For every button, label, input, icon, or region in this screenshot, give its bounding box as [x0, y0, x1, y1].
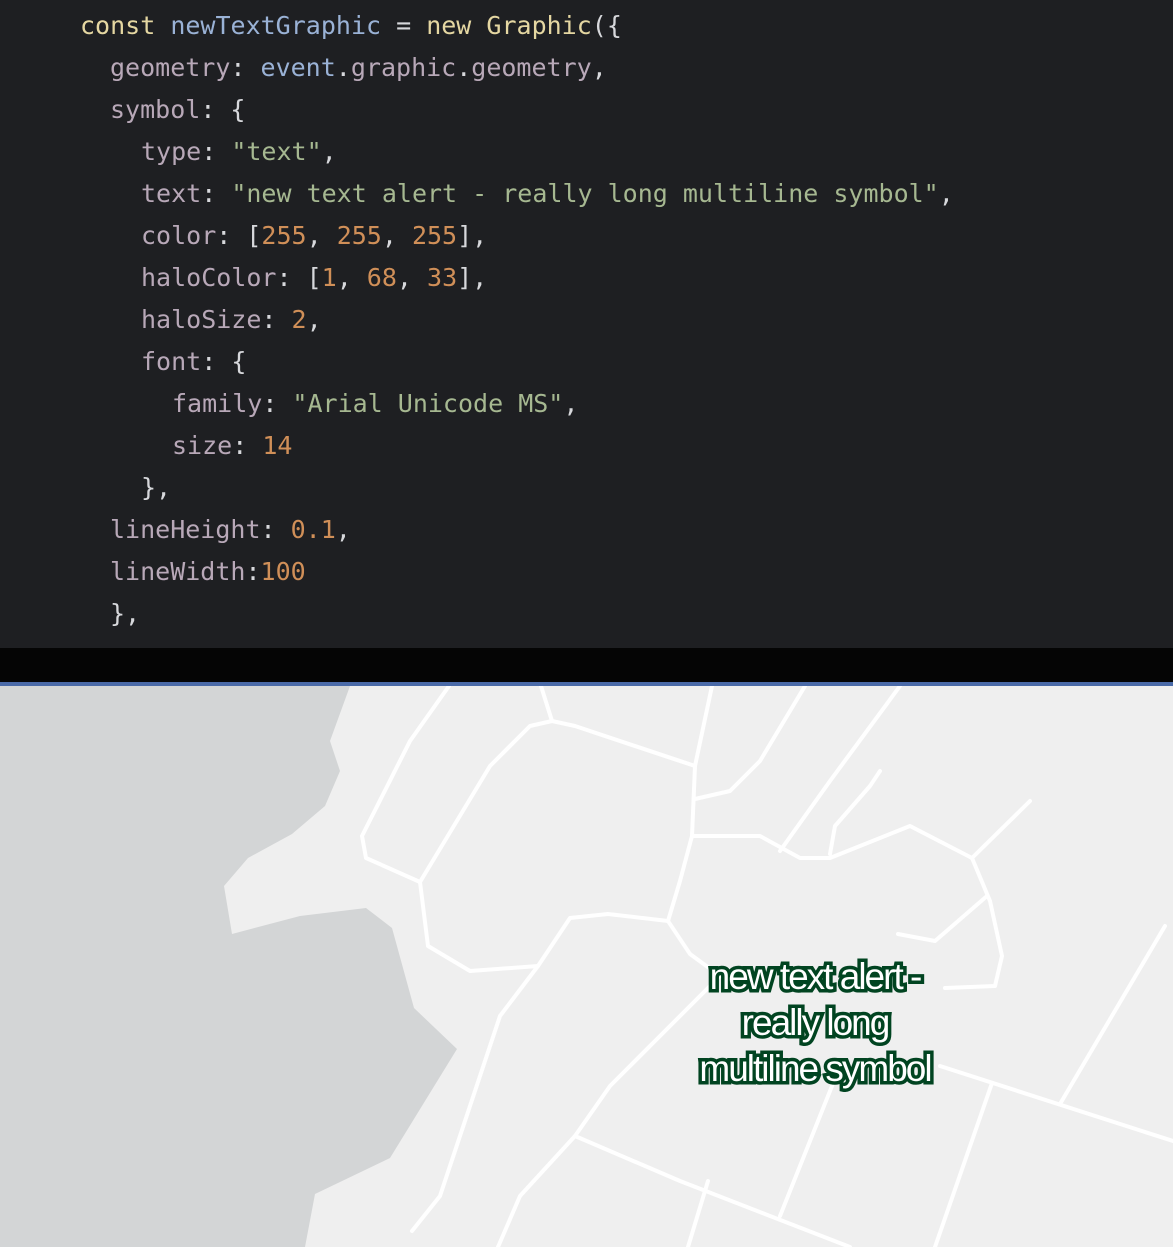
code-token: : {	[201, 347, 247, 376]
code-token: ,	[938, 179, 954, 208]
code-token: :	[260, 515, 291, 544]
code-line: },	[141, 467, 171, 509]
code-line: geometry: event.graphic.geometry,	[110, 47, 607, 89]
code-token: type	[141, 137, 202, 166]
code-line: type: "text",	[141, 131, 337, 173]
code-token: 14	[262, 431, 293, 460]
basemap	[0, 686, 1173, 1247]
code-token: const	[80, 11, 156, 40]
code-token: ,	[306, 221, 337, 250]
code-line: haloColor: [1, 68, 33],	[141, 257, 487, 299]
code-line: haloSize: 2,	[141, 299, 322, 341]
map-view[interactable]: new text alert - really long multiline s…	[0, 686, 1173, 1247]
code-token: text	[141, 179, 202, 208]
code-token: geometry	[471, 53, 592, 82]
panel-divider	[0, 648, 1173, 682]
code-line: color: [255, 255, 255],	[141, 215, 487, 257]
code-token: 33	[427, 263, 458, 292]
code-token: 255	[261, 221, 307, 250]
code-token: ],	[457, 221, 488, 250]
code-line: font: {	[141, 341, 246, 383]
code-line: lineHeight: 0.1,	[110, 509, 351, 551]
code-token: lineHeight	[110, 515, 261, 544]
code-line: size: 14	[172, 425, 292, 467]
code-token: ,	[306, 305, 322, 334]
code-token: ],	[457, 263, 488, 292]
label-line: really long	[738, 999, 894, 1047]
code-token: 68	[366, 263, 397, 292]
code-token: new	[426, 11, 472, 40]
code-token: haloSize	[141, 305, 262, 334]
code-token: :	[201, 179, 232, 208]
code-token: ,	[563, 389, 579, 418]
code-token: :	[261, 305, 292, 334]
code-token: family	[172, 389, 263, 418]
code-token: geometry	[110, 53, 231, 82]
code-token: :	[232, 431, 263, 460]
code-token: 1	[321, 263, 337, 292]
code-token: event	[260, 53, 336, 82]
code-token: 0.1	[290, 515, 336, 544]
code-token: 2	[291, 305, 307, 334]
code-token: size	[172, 431, 233, 460]
code-token: },	[141, 473, 172, 502]
code-token: "Arial Unicode MS"	[292, 389, 564, 418]
code-token: },	[110, 599, 141, 628]
code-token: lineWidth	[110, 557, 246, 586]
code-token: 255	[411, 221, 458, 250]
code-token: "text"	[231, 137, 322, 166]
code-token: :	[201, 137, 232, 166]
code-token: : [	[216, 221, 262, 250]
label-line: new text alert -	[706, 953, 926, 1001]
code-token: ,	[591, 53, 607, 82]
code-token: font	[141, 347, 202, 376]
code-token: :	[230, 53, 261, 82]
code-token: 100	[260, 557, 306, 586]
code-editor[interactable]: const newTextGraphic = new Graphic({ geo…	[0, 0, 1173, 648]
code-line: },	[110, 593, 140, 635]
code-token: ({	[591, 11, 622, 40]
code-line: symbol: {	[110, 89, 245, 131]
code-token: .	[456, 53, 472, 82]
code-line: text: "new text alert - really long mult…	[141, 173, 954, 215]
code-token: : {	[200, 95, 246, 124]
code-token: .	[335, 53, 351, 82]
code-token: ,	[381, 221, 412, 250]
code-line: lineWidth:100	[110, 551, 306, 593]
code-token: ,	[396, 263, 428, 292]
code-token: ,	[321, 137, 337, 166]
code-token: :	[262, 389, 293, 418]
code-token: =	[381, 11, 427, 40]
code-token: haloColor	[141, 263, 277, 292]
code-line: family: "Arial Unicode MS",	[172, 383, 578, 425]
code-token: "new text alert - really long multiline …	[231, 179, 939, 208]
text-graphic-label: new text alert - really long multiline s…	[660, 953, 970, 1093]
code-token: 255	[336, 221, 382, 250]
code-token: ,	[336, 263, 367, 292]
code-token: graphic	[350, 53, 457, 82]
code-token: ,	[335, 515, 351, 544]
code-token: :	[245, 557, 261, 586]
label-line: multiline symbol	[696, 1045, 936, 1093]
code-token: Graphic	[486, 11, 592, 40]
code-token: newTextGraphic	[170, 11, 382, 40]
water-body	[0, 686, 457, 1247]
code-token: : [	[276, 263, 322, 292]
code-line: const newTextGraphic = new Graphic({	[80, 5, 622, 47]
code-token: color	[141, 221, 217, 250]
code-token: symbol	[110, 95, 201, 124]
